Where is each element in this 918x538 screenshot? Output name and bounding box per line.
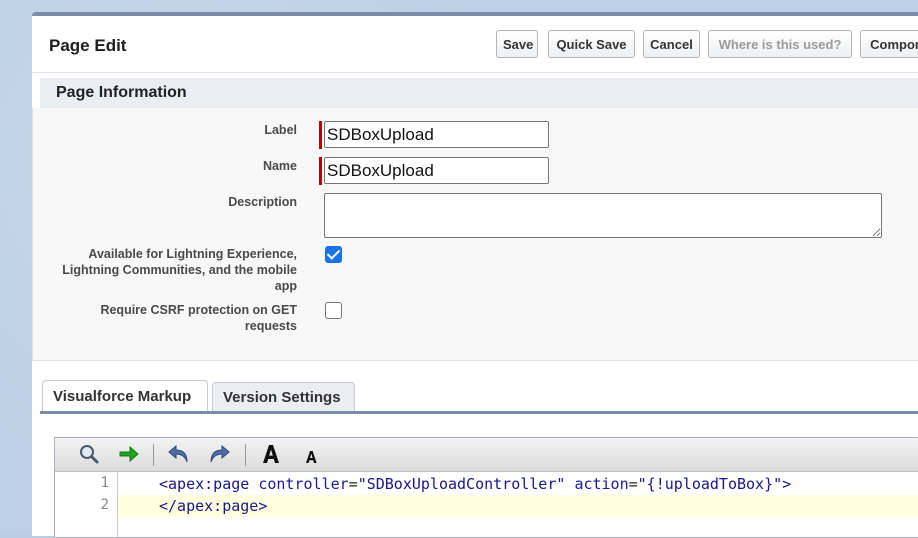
line-number: 1 <box>100 475 109 491</box>
toolbar-separator <box>153 444 154 466</box>
csrf-protection-checkbox[interactable] <box>325 302 342 319</box>
label-field-label: Label <box>264 123 297 137</box>
section-header: Page Information <box>40 78 918 108</box>
description-field-label: Description <box>228 195 297 209</box>
cancel-button[interactable]: Cancel <box>643 30 700 58</box>
increase-font-icon[interactable] <box>259 443 283 465</box>
csrf-protection-label: Require CSRF protection on GET requests <box>100 303 297 333</box>
go-to-line-icon[interactable] <box>117 443 141 465</box>
page-edit-panel: Page Edit Save Quick Save Cancel Where i… <box>32 12 918 538</box>
toolbar-separator <box>245 444 246 466</box>
page-header: Page Edit Save Quick Save Cancel Where i… <box>32 16 918 73</box>
code-line[interactable]: <apex:page controller="SDBoxUploadContro… <box>118 473 918 495</box>
code-token-tag: <apex:page <box>159 475 250 493</box>
label-input[interactable] <box>324 121 549 148</box>
where-is-this-used-button[interactable]: Where is this used? <box>708 30 852 58</box>
code-token-value: "{!uploadToBox}" <box>637 475 783 493</box>
description-textarea[interactable] <box>324 193 882 238</box>
line-number-gutter: 1 2 <box>55 472 117 537</box>
code-token-tag: > <box>782 475 792 493</box>
tabs-divider <box>40 411 918 414</box>
decrease-font-icon[interactable] <box>299 443 323 465</box>
page-title: Page Edit <box>49 36 127 55</box>
section-title: Page Information <box>56 84 187 101</box>
required-indicator <box>319 157 322 185</box>
name-input[interactable] <box>324 157 549 184</box>
tab-visualforce-markup[interactable]: Visualforce Markup <box>42 380 208 414</box>
code-line-current[interactable]: </apex:page> <box>118 495 918 517</box>
undo-icon[interactable] <box>167 443 191 465</box>
code-editor: 1 2 <apex:page controller="SDBoxUploadCo… <box>54 437 918 538</box>
code-area[interactable]: <apex:page controller="SDBoxUploadContro… <box>117 472 918 537</box>
editor-toolbar <box>55 438 918 472</box>
code-token-attr: controller <box>258 475 349 493</box>
component-button[interactable]: Compon <box>860 30 918 58</box>
name-field-label: Name <box>262 159 297 173</box>
page-information-form: Label Name Description Available for Lig… <box>32 108 918 361</box>
line-number: 2 <box>100 497 109 513</box>
search-icon[interactable] <box>77 443 101 465</box>
lightning-availability-checkbox[interactable] <box>325 246 342 263</box>
code-token-attr: action <box>574 475 629 493</box>
quick-save-button[interactable]: Quick Save <box>548 30 635 58</box>
code-token-tag: </apex:page> <box>159 497 268 515</box>
tab-version-settings[interactable]: Version Settings <box>212 382 355 412</box>
required-indicator <box>319 121 322 149</box>
code-token-value: "SDBoxUploadController" <box>357 475 566 493</box>
lightning-availability-label: Available for Lightning Experience, Ligh… <box>62 247 297 293</box>
redo-icon[interactable] <box>207 443 231 465</box>
save-button[interactable]: Save <box>496 30 538 58</box>
